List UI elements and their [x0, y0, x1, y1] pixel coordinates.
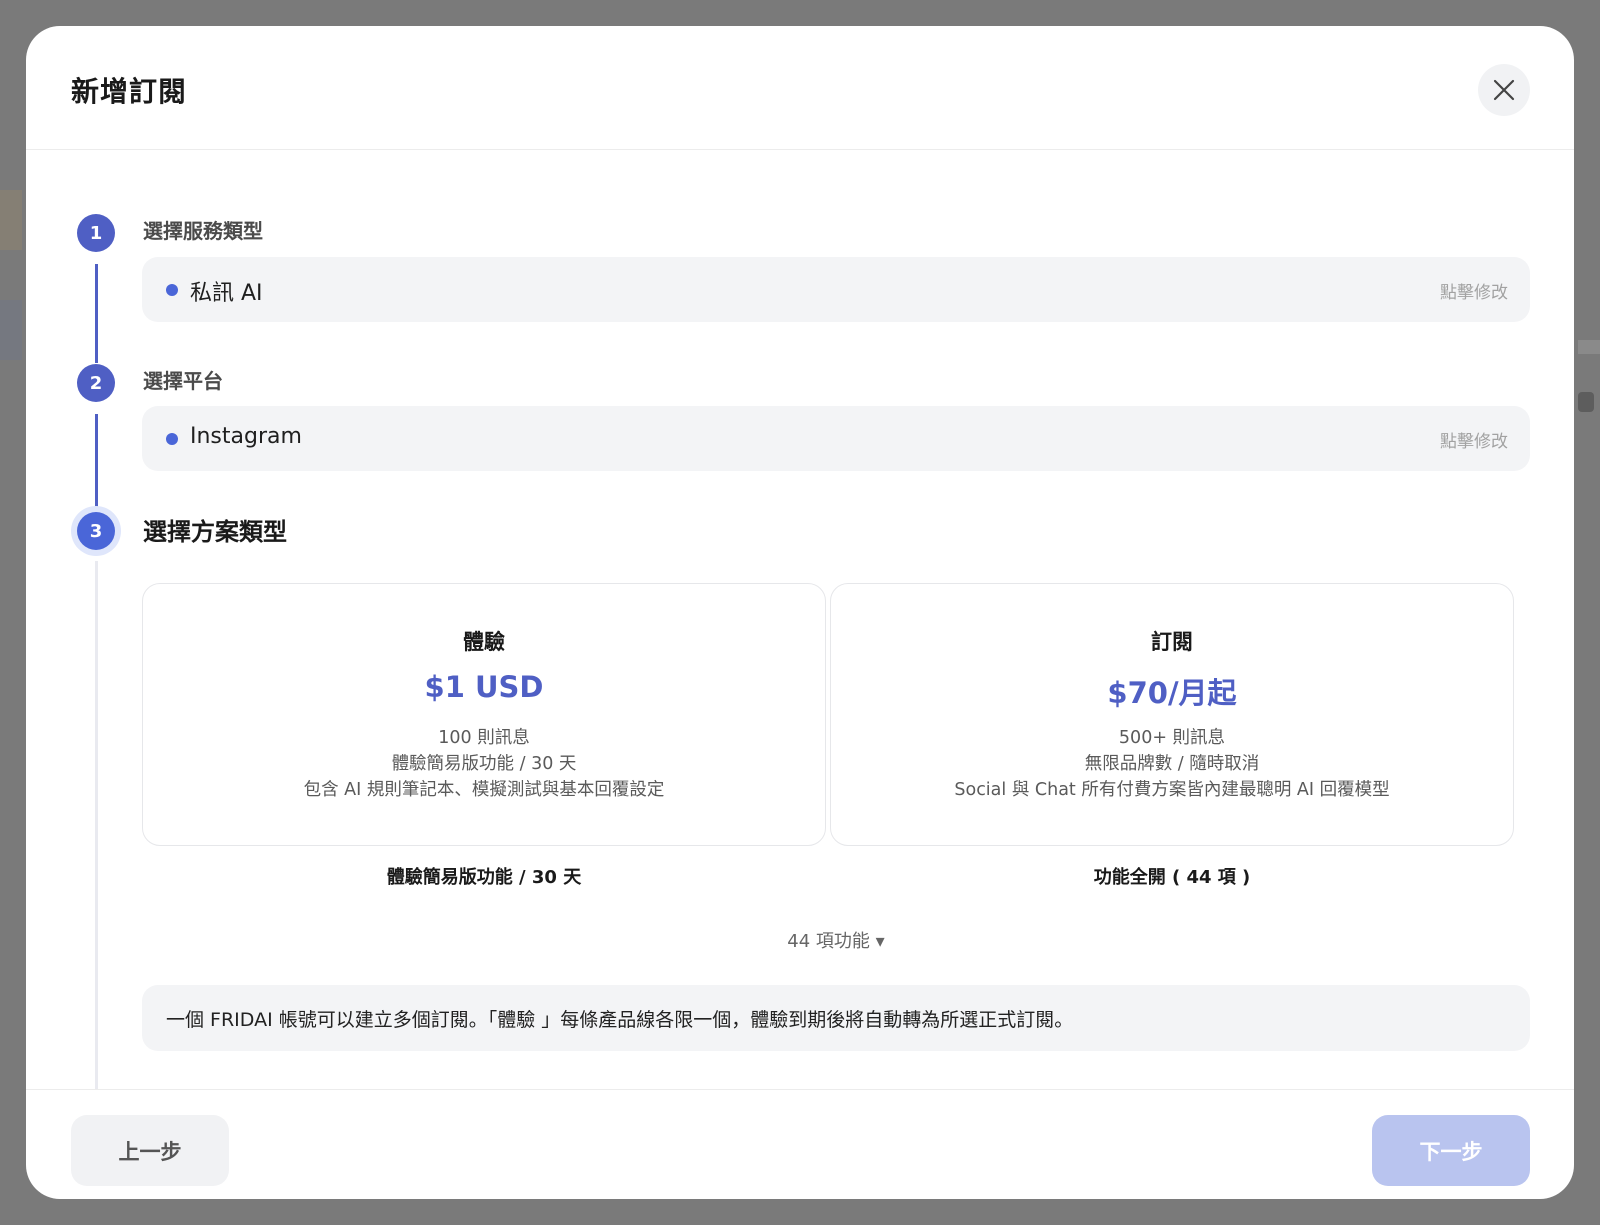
plan-feature-line: 無限品牌數 / 隨時取消	[1084, 754, 1260, 774]
step-label-service-type: 選擇服務類型	[143, 219, 263, 243]
plan-price: $1 USD	[424, 670, 544, 704]
step-label-plan-type: 選擇方案類型	[143, 518, 287, 546]
feature-list-toggle[interactable]: 44 項功能 ▾	[142, 927, 1530, 953]
plan-price: $70/月起	[1107, 676, 1237, 710]
new-subscription-modal: 新增訂閱 1 選擇服務類型 私訊 AI 點擊修改 2 選擇平台 Instagra…	[26, 26, 1574, 1199]
plan-feature-line: Social 與 Chat 所有付費方案皆內建最聰明 AI 回覆模型	[954, 780, 1390, 800]
modal-header: 新增訂閱	[26, 26, 1574, 150]
plan-name: 訂閱	[1151, 630, 1193, 654]
step-connector	[95, 414, 98, 514]
backdrop-shape	[0, 300, 22, 360]
selection-dot	[166, 433, 178, 445]
close-icon	[1493, 79, 1515, 101]
backdrop-shape	[0, 190, 22, 250]
edit-link[interactable]: 點擊修改	[1440, 278, 1508, 303]
stepper: 1 選擇服務類型 私訊 AI 點擊修改 2 選擇平台 Instagram 點擊修…	[26, 151, 1574, 1089]
backdrop-shape	[1578, 392, 1594, 412]
step-number-2: 2	[77, 364, 115, 402]
close-button[interactable]	[1478, 64, 1530, 116]
info-text: 一個 FRIDAI 帳號可以建立多個訂閱。「體驗 」每條產品線各限一個，體驗到期…	[166, 1009, 1074, 1031]
plan-summary-subscription: 功能全開 ( 44 項 )	[1093, 867, 1251, 888]
plan-card-trial[interactable]: 體驗 $1 USD 100 則訊息 體驗簡易版功能 / 30 天 包含 AI 規…	[142, 583, 826, 846]
modal-footer: 上一步 下一步	[26, 1089, 1574, 1199]
next-step-button[interactable]: 下一步	[1372, 1115, 1530, 1186]
selected-service-type[interactable]: 私訊 AI 點擊修改	[142, 257, 1530, 322]
modal-title: 新增訂閱	[71, 75, 188, 108]
previous-step-button[interactable]: 上一步	[71, 1115, 229, 1186]
plan-feature-line: 包含 AI 規則筆記本、模擬測試與基本回覆設定	[303, 780, 665, 800]
plan-feature-line: 100 則訊息	[438, 728, 530, 748]
plan-features: 500+ 則訊息 無限品牌數 / 隨時取消 Social 與 Chat 所有付費…	[831, 725, 1513, 803]
plan-name: 體驗	[463, 630, 505, 654]
step-number-3: 3	[77, 512, 115, 550]
step-connector	[95, 264, 98, 363]
step-number-1: 1	[77, 214, 115, 252]
step-label-platform: 選擇平台	[143, 369, 223, 393]
edit-link[interactable]: 點擊修改	[1440, 427, 1508, 452]
step-connector	[95, 561, 98, 1089]
selected-service-value: 私訊 AI	[190, 281, 263, 306]
selected-platform-value: Instagram	[190, 424, 302, 449]
plan-card-subscription[interactable]: 訂閱 $70/月起 500+ 則訊息 無限品牌數 / 隨時取消 Social 與…	[830, 583, 1514, 846]
plan-features: 100 則訊息 體驗簡易版功能 / 30 天 包含 AI 規則筆記本、模擬測試與…	[143, 725, 825, 803]
plan-feature-line: 體驗簡易版功能 / 30 天	[391, 754, 577, 774]
backdrop-shape	[1578, 340, 1600, 354]
plan-feature-line: 500+ 則訊息	[1118, 728, 1226, 748]
selection-dot	[166, 284, 178, 296]
plan-summary-trial: 體驗簡易版功能 / 30 天	[386, 867, 582, 888]
selected-platform[interactable]: Instagram 點擊修改	[142, 406, 1530, 471]
info-notice: 一個 FRIDAI 帳號可以建立多個訂閱。「體驗 」每條產品線各限一個，體驗到期…	[142, 985, 1530, 1051]
